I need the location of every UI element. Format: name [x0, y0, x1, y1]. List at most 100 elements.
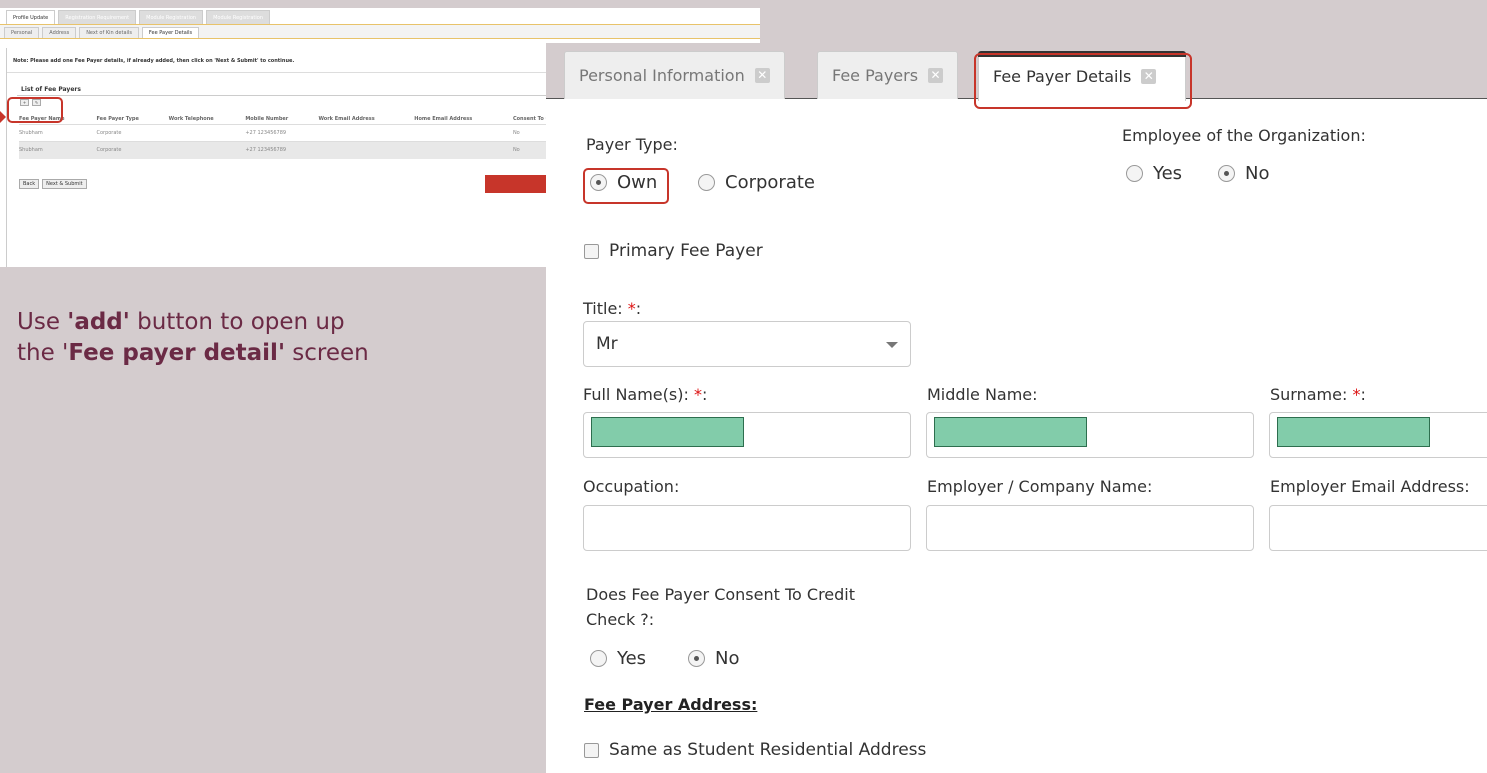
- employer-input[interactable]: [926, 505, 1254, 551]
- table-cell: Corporate: [96, 141, 169, 159]
- tab-label: Fee Payers: [832, 66, 919, 85]
- table-cell: [168, 124, 246, 142]
- table-cell: +27 123456789: [245, 124, 319, 142]
- checkbox-icon[interactable]: [584, 742, 599, 758]
- redacted-value: [591, 417, 744, 447]
- caption-bold: Fee payer detail': [68, 340, 285, 366]
- mini-list-title: List of Fee Payers: [21, 86, 81, 93]
- payer-type-corporate-radio[interactable]: Corporate: [698, 172, 815, 193]
- mini-sub-tabs: Personal Address Next of Kin details Fee…: [0, 25, 760, 39]
- caption-text: screen: [284, 340, 369, 366]
- mini-tab-profile-update[interactable]: Profile Update: [6, 10, 56, 24]
- table-cell: [318, 124, 415, 142]
- mini-top-tabs: Profile Update Registration Requirement …: [0, 8, 760, 25]
- redacted-value: [1277, 417, 1430, 447]
- radio-selected-icon[interactable]: [688, 650, 705, 667]
- employee-label: Employee of the Organization:: [1122, 126, 1366, 145]
- table-cell: Shubham: [19, 141, 97, 159]
- column-header: Mobile Number: [245, 116, 289, 122]
- column-header: Work Telephone: [168, 116, 214, 122]
- label-text: Surname:: [1270, 385, 1353, 404]
- checkbox-icon[interactable]: [584, 243, 599, 259]
- occupation-input[interactable]: [583, 505, 911, 551]
- mini-subtab-next-of-kin[interactable]: Next of Kin details: [79, 27, 139, 38]
- middle-name-input[interactable]: [926, 412, 1254, 458]
- back-button[interactable]: Back: [19, 179, 40, 189]
- column-header: Fee Payer Type: [96, 116, 139, 122]
- add-button-highlight: [7, 97, 63, 123]
- next-submit-button[interactable]: Next & Submit: [42, 179, 87, 189]
- title-label: Title: *:: [583, 299, 641, 318]
- caption-text: button to open up: [129, 309, 345, 335]
- tab-fee-payers[interactable]: Fee Payers ✕: [817, 51, 959, 99]
- mini-tab-registration-requirement[interactable]: Registration Requirement: [58, 10, 137, 24]
- radio-icon[interactable]: [698, 174, 715, 191]
- mini-subtab-personal[interactable]: Personal: [4, 27, 40, 38]
- checkbox-label: Same as Student Residential Address: [609, 740, 927, 760]
- fee-payer-address-heading: Fee Payer Address:: [584, 695, 758, 714]
- table-cell: [414, 141, 513, 159]
- mini-note: Note: Please add one Fee Payer details, …: [13, 58, 295, 64]
- label-colon: :: [701, 385, 708, 404]
- radio-icon[interactable]: [590, 650, 607, 667]
- fee-payer-details-screenshot: Personal Information ✕ Fee Payers ✕ Fee …: [546, 43, 1487, 773]
- own-highlight: [583, 168, 669, 204]
- employer-email-label: Employer Email Address:: [1270, 477, 1470, 496]
- chevron-down-icon: [886, 342, 898, 348]
- radio-label: Corporate: [725, 172, 815, 193]
- table-cell: [168, 141, 246, 159]
- table-header-row: Fee Payer Name Fee Payer Type Work Telep…: [19, 114, 579, 125]
- radio-icon[interactable]: [1126, 165, 1143, 182]
- column-header: Home Email Address: [414, 116, 473, 122]
- table-row[interactable]: Shubham Corporate +27 123456789 No: [19, 141, 579, 159]
- caption-bold: 'add': [67, 309, 130, 335]
- primary-fee-payer-checkbox[interactable]: Primary Fee Payer: [584, 241, 763, 261]
- tab-label: Personal Information: [579, 66, 745, 85]
- mini-button-row: Back Next & Submit: [19, 179, 87, 189]
- tab-highlight: [974, 53, 1192, 109]
- instruction-caption: Use 'add' button to open up the 'Fee pay…: [17, 307, 537, 369]
- column-header: Work Email Address: [318, 116, 375, 122]
- consent-no-radio[interactable]: No: [688, 648, 739, 669]
- close-icon[interactable]: ✕: [928, 68, 944, 83]
- label-text: Full Name(s):: [583, 385, 694, 404]
- checkbox-label: Primary Fee Payer: [609, 241, 763, 261]
- tab-personal-information[interactable]: Personal Information ✕: [564, 51, 785, 99]
- same-address-checkbox[interactable]: Same as Student Residential Address: [584, 740, 926, 760]
- full-name-input[interactable]: [583, 412, 911, 458]
- employer-label: Employer / Company Name:: [927, 477, 1153, 496]
- close-icon[interactable]: ✕: [754, 68, 770, 83]
- mini-subtab-address[interactable]: Address: [42, 27, 77, 38]
- middle-name-label: Middle Name:: [927, 385, 1038, 404]
- mini-fee-payers-table: Fee Payer Name Fee Payer Type Work Telep…: [19, 114, 579, 159]
- radio-label: No: [715, 648, 740, 669]
- table-cell: [414, 124, 513, 142]
- table-cell: Corporate: [96, 124, 169, 142]
- radio-label: No: [1245, 163, 1270, 184]
- label-colon: :: [635, 299, 642, 318]
- consent-label-line2: Check ?:: [586, 610, 655, 629]
- employer-email-input[interactable]: [1269, 505, 1487, 551]
- table-cell: +27 123456789: [245, 141, 319, 159]
- radio-label: Yes: [1153, 163, 1183, 184]
- radio-selected-icon[interactable]: [1218, 165, 1235, 182]
- title-value: Mr: [596, 334, 618, 354]
- employee-no-radio[interactable]: No: [1218, 163, 1269, 184]
- title-select[interactable]: Mr: [583, 321, 911, 367]
- label-text: Title:: [583, 299, 628, 318]
- table-cell: Shubham: [19, 124, 97, 142]
- table-row[interactable]: Shubham Corporate +27 123456789 No: [19, 124, 579, 142]
- radio-label: Yes: [617, 648, 647, 669]
- consent-yes-radio[interactable]: Yes: [590, 648, 646, 669]
- redacted-value: [934, 417, 1087, 447]
- surname-label: Surname: *:: [1270, 385, 1366, 404]
- mini-tab-module-registration-2[interactable]: Module Registration: [206, 10, 270, 24]
- employee-yes-radio[interactable]: Yes: [1126, 163, 1182, 184]
- full-name-label: Full Name(s): *:: [583, 385, 707, 404]
- required-mark: *: [693, 385, 702, 404]
- mini-tab-module-registration[interactable]: Module Registration: [139, 10, 204, 24]
- mini-subtab-fee-payer-details[interactable]: Fee Payer Details: [141, 27, 200, 38]
- consent-label-line1: Does Fee Payer Consent To Credit: [586, 585, 856, 604]
- occupation-label: Occupation:: [583, 477, 680, 496]
- surname-input[interactable]: [1269, 412, 1487, 458]
